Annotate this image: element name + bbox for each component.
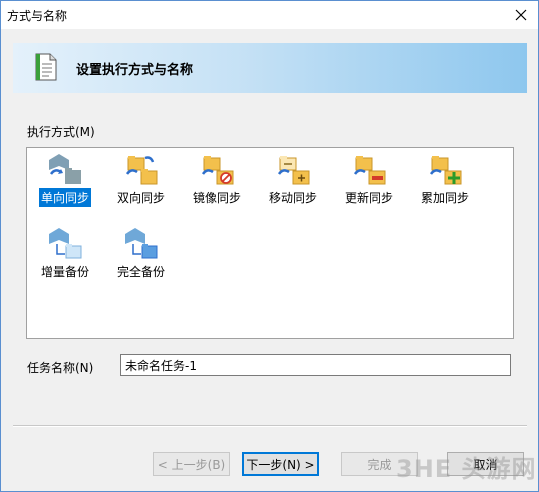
mode-item-mirror-sync[interactable]: 镜像同步 <box>184 152 250 207</box>
cancel-button[interactable]: 取消 <box>447 452 524 476</box>
mode-list[interactable]: 单向同步 双向同步 镜像同步 移动同步 更新同步 累加同步 增量备份 完全备份 <box>26 147 514 339</box>
mode-item-label: 移动同步 <box>268 191 317 205</box>
move-sync-icon <box>277 156 310 185</box>
one-way-sync-icon <box>49 154 81 184</box>
mode-item-label: 双向同步 <box>116 191 165 205</box>
mode-item-label: 累加同步 <box>420 191 469 205</box>
mirror-sync-icon <box>201 156 234 185</box>
back-button[interactable]: < 上一步(B) <box>153 452 230 476</box>
close-icon <box>515 9 527 21</box>
mode-item-label: 增量备份 <box>40 265 89 279</box>
document-icon <box>35 53 57 81</box>
banner-title: 设置执行方式与名称 <box>76 63 194 78</box>
two-way-sync-icon <box>125 156 158 185</box>
mode-item-one-way-sync[interactable]: 单向同步 <box>32 152 98 207</box>
mode-item-label: 完全备份 <box>116 265 165 279</box>
header-banner: 设置执行方式与名称 <box>13 43 527 93</box>
mode-item-update-sync[interactable]: 更新同步 <box>336 152 402 207</box>
cumulative-sync-icon <box>429 156 462 185</box>
footer-divider <box>13 425 527 427</box>
mode-item-incremental-backup[interactable]: 增量备份 <box>32 226 98 281</box>
incremental-backup-icon <box>49 228 82 259</box>
next-button[interactable]: 下一步(N) > <box>242 452 319 476</box>
mode-label: 执行方式(M) <box>27 125 95 139</box>
update-sync-icon <box>353 156 386 185</box>
mode-item-label: 镜像同步 <box>192 191 241 205</box>
finish-button[interactable]: 完成 <box>341 452 418 476</box>
mode-item-two-way-sync[interactable]: 双向同步 <box>108 152 174 207</box>
window-title: 方式与名称 <box>7 9 68 23</box>
mode-item-full-backup[interactable]: 完全备份 <box>108 226 174 281</box>
mode-item-move-sync[interactable]: 移动同步 <box>260 152 326 207</box>
task-name-input[interactable] <box>120 354 511 376</box>
mode-item-label: 更新同步 <box>344 191 393 205</box>
full-backup-icon <box>125 228 158 259</box>
mode-item-label: 单向同步 <box>38 188 91 207</box>
task-name-label: 任务名称(N) <box>27 361 94 375</box>
close-button[interactable] <box>504 1 538 29</box>
mode-item-cumulative-sync[interactable]: 累加同步 <box>412 152 478 207</box>
dialog-window: 方式与名称 设置执行方式与名称 执行方式(M) 单向同步 双向同步 镜像同步 移… <box>0 0 539 492</box>
title-bar: 方式与名称 <box>1 1 538 29</box>
